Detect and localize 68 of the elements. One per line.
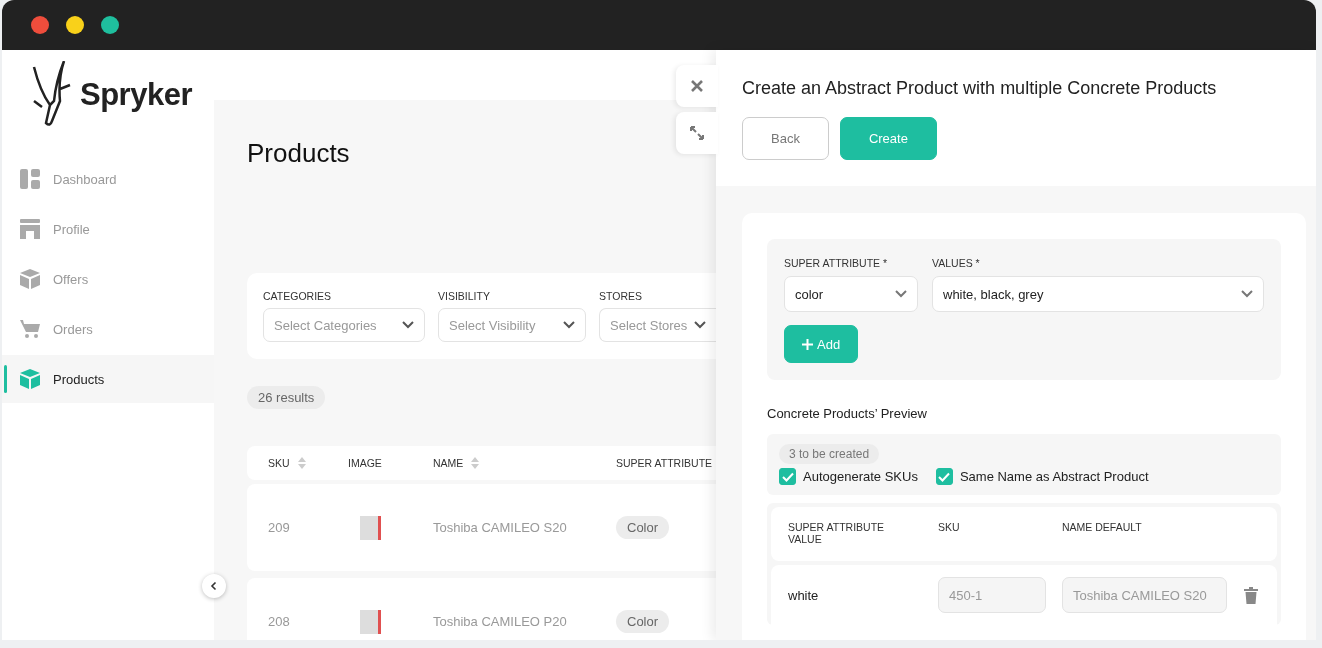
filter-select[interactable]: Select Categories <box>263 308 425 342</box>
filter-select[interactable]: Select Stores <box>599 308 716 342</box>
checkbox-option[interactable]: Same Name as Abstract Product <box>935 468 1149 485</box>
table-cell-text: Toshiba CAMILEO S20 <box>433 520 568 535</box>
close-button[interactable] <box>676 65 718 107</box>
page-title: Products <box>247 138 350 169</box>
column-header: NAME <box>433 457 464 469</box>
photo-placeholder <box>360 515 381 540</box>
filter-label: CATEGORIES <box>263 290 333 302</box>
chevron-down-icon <box>895 290 907 298</box>
chevron-left-icon <box>209 581 219 591</box>
plus-icon <box>802 338 813 350</box>
collapse-sidebar-button[interactable] <box>202 574 226 598</box>
table-row[interactable]: 209 Toshiba CAMILEO S20 Color <box>247 484 716 571</box>
box-icon <box>20 369 40 389</box>
panel-title: Create an Abstract Product with multiple Concrete Products <box>742 78 1218 99</box>
dashboard-icon <box>20 169 40 189</box>
filter-select[interactable]: Select Visibility <box>438 308 586 342</box>
table-row[interactable]: 208 Toshiba CAMILEO P20 Color <box>247 578 716 640</box>
attribute-select[interactable]: color <box>784 276 918 312</box>
sidebar-item[interactable]: Profile <box>2 205 214 253</box>
created-count: 3 to be created <box>779 444 880 464</box>
table-cell-text: white <box>788 587 820 603</box>
chevron-down-icon <box>694 321 706 329</box>
close-icon <box>690 79 704 93</box>
back-button[interactable]: Back <box>742 117 829 160</box>
brand-name: Spryker <box>80 77 192 113</box>
table-cell-text: 209 <box>268 520 291 535</box>
section-title: Concrete Products’ Preview <box>767 406 928 421</box>
results-count: 26 results <box>247 386 326 409</box>
field-label: VALUES * <box>932 257 981 269</box>
box-icon <box>20 269 40 289</box>
cart-icon <box>20 319 40 339</box>
expand-icon <box>690 126 704 140</box>
table-cell-text: Toshiba CAMILEO P20 <box>433 614 568 629</box>
chevron-down-icon <box>1241 290 1253 298</box>
store-icon <box>20 219 40 239</box>
sidebar-item[interactable]: Products <box>2 355 214 403</box>
chevron-down-icon <box>563 321 575 329</box>
table-cell-text: 208 <box>268 614 291 629</box>
chevron-down-icon <box>402 321 414 329</box>
attribute-tag: Color <box>616 610 670 633</box>
column-header: NAME DEFAULT <box>1062 521 1143 535</box>
sidebar-item[interactable]: Dashboard <box>2 155 214 203</box>
photo-placeholder <box>360 609 381 634</box>
trash-icon[interactable] <box>1244 586 1258 604</box>
column-header: SUPER ATTRIBUTE <box>616 457 713 469</box>
column-header: SUPER ATTRIBUTE VALUE <box>788 521 886 547</box>
checkbox-option[interactable]: Autogenerate SKUs <box>779 468 918 485</box>
values-select[interactable]: white, black, grey <box>932 276 1264 312</box>
sidebar-item[interactable]: Offers <box>2 255 214 303</box>
create-button[interactable]: Create <box>839 117 937 160</box>
checkbox[interactable] <box>935 468 953 485</box>
column-header: IMAGE <box>348 457 382 469</box>
filter-label: VISIBILITY <box>438 290 491 302</box>
attribute-tag: Color <box>616 516 670 539</box>
minimize-dot-icon <box>66 16 84 34</box>
column-header: SKU <box>268 457 290 469</box>
sidebar-item[interactable]: Orders <box>2 305 214 353</box>
add-button[interactable]: Add <box>784 325 859 363</box>
maximize-dot-icon <box>101 16 119 34</box>
expand-button[interactable] <box>676 112 718 154</box>
filter-label: STORES <box>599 290 643 302</box>
close-dot-icon <box>31 16 49 34</box>
antelope-logo-icon <box>30 61 72 129</box>
checkbox[interactable] <box>779 468 796 485</box>
field-label: SUPER ATTRIBUTE * <box>784 257 889 269</box>
column-header: SKU <box>938 521 961 535</box>
